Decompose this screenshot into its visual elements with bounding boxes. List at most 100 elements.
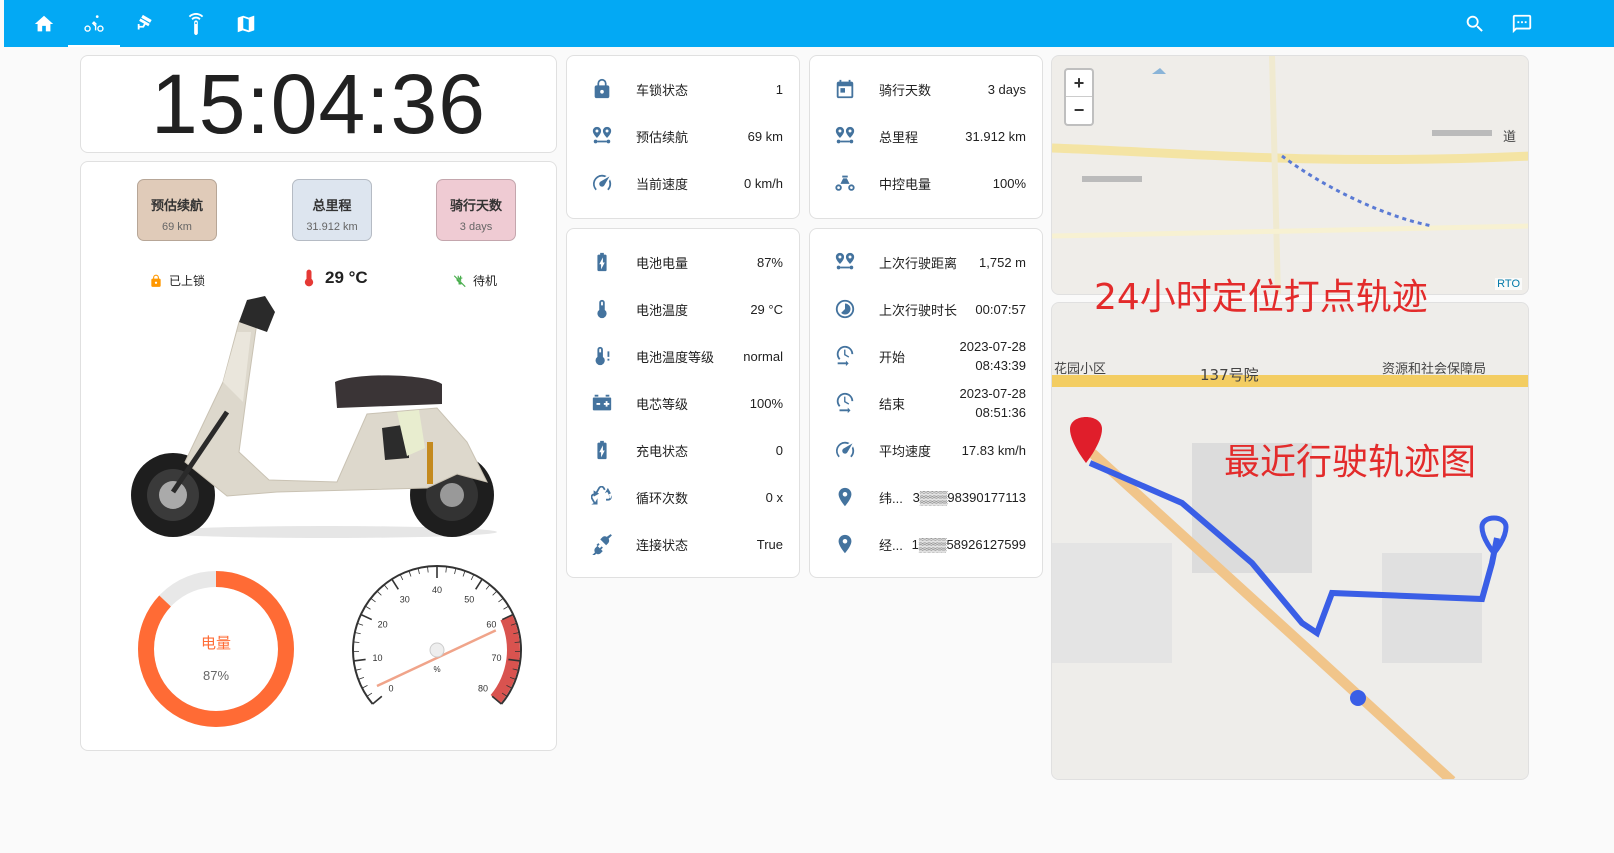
power-status[interactable]: 待机 (453, 272, 497, 289)
list3-row[interactable]: 电池电量 87% (567, 247, 799, 277)
dial-tick (462, 570, 466, 577)
list4-row[interactable]: 经... 1▒▒▒58926127599 (810, 529, 1042, 559)
list1-row[interactable]: 当前速度 0 km/h (567, 168, 799, 198)
dial-tick (376, 590, 382, 596)
list3-row[interactable]: 电池温度 29 °C (567, 294, 799, 324)
speed-dial-gauge[interactable]: 0 10 20 30 40 50 60 70 80% (347, 562, 527, 722)
zoom-in-button[interactable]: + (1066, 70, 1092, 97)
dial-tick (427, 566, 429, 573)
map-attribution[interactable]: RTO (1495, 278, 1522, 290)
zoom-out-button[interactable]: − (1066, 97, 1092, 124)
map-tiles (1052, 56, 1528, 294)
map-marker-icon (832, 484, 858, 510)
list4-row[interactable]: 上次行驶时长 00:07:57 (810, 294, 1042, 324)
list4-row[interactable]: 开始 2023-07-28 08:43:39 (810, 339, 1042, 373)
map-marker-distance-icon (589, 123, 615, 149)
chip-range-value: 69 km (162, 221, 192, 233)
dial-tick (372, 695, 383, 705)
entity-name: 车锁状态 (636, 82, 689, 98)
route-map-overlay-text: 最近行驶轨迹图 (1224, 442, 1477, 483)
entity-name: 充电状态 (636, 443, 689, 459)
cctv-icon[interactable] (120, 0, 172, 47)
list3-row[interactable]: 循环次数 0 x (567, 482, 799, 512)
entity-value: 1 (775, 81, 783, 97)
dial-tick-label: 30 (400, 594, 410, 604)
lock-status-text: 已上锁 (169, 274, 206, 288)
entity-value: 69 km (747, 128, 783, 144)
remote-icon[interactable] (170, 0, 222, 47)
entity-name: 电芯等级 (636, 396, 689, 412)
temperature-status[interactable]: 29 °C (299, 268, 368, 288)
list1-row[interactable]: 预估续航 69 km (567, 121, 799, 151)
lock-icon (151, 274, 161, 287)
home-icon[interactable] (18, 0, 70, 47)
last-trip-list: 上次行驶距离 1,752 m 上次行驶时长 00:07:57 开始 2023-07-28 0… (809, 228, 1043, 578)
clock-card: 15:04:36 (80, 55, 557, 153)
list4-row[interactable]: 上次行驶距离 1,752 m (810, 247, 1042, 277)
trip-route-map[interactable]: 137号院 资源和社会保障局 花园小区 最近行驶轨迹图 (1051, 302, 1529, 780)
list3-row[interactable]: 电池温度等级 normal (567, 341, 799, 371)
entity-name: 总里程 (879, 129, 919, 145)
map-icon[interactable] (220, 0, 272, 47)
entity-value: 0 x (765, 489, 783, 505)
list4-row[interactable]: 结束 2023-07-28 08:51:36 (810, 386, 1042, 420)
entity-value: 0 (775, 442, 783, 458)
thermometer-icon (589, 296, 615, 322)
entity-value: 17.83 km/h (961, 442, 1026, 458)
entity-value: 2023-07-28 08:43:39 (960, 337, 1027, 375)
dial-tick (492, 590, 498, 596)
dial-tick (485, 584, 491, 590)
entity-value: 3 days (987, 81, 1026, 97)
map-label-garden: 花园小区 (1054, 361, 1106, 377)
chip-days-label: 骑行天数 (449, 198, 502, 213)
route-map-tiles: 137号院 资源和社会保障局 花园小区 (1052, 303, 1528, 779)
entity-name: 当前速度 (636, 176, 689, 192)
map-marker-distance-icon (832, 249, 858, 275)
dial-unit: % (433, 665, 440, 674)
entity-value: 1,752 m (979, 254, 1026, 270)
power-plug-off-icon (453, 274, 466, 287)
battery-gauge[interactable]: 电量 87% (135, 568, 297, 730)
list4-row[interactable]: 纬... 3▒▒▒98390177113 (810, 482, 1042, 512)
list3-row[interactable]: 充电状态 0 (567, 435, 799, 465)
dial-tick-label: 80 (478, 684, 488, 694)
search-icon[interactable] (1449, 0, 1501, 47)
list2-row[interactable]: 中控电量 100% (810, 168, 1042, 198)
list3-row[interactable]: 电芯等级 100% (567, 388, 799, 418)
chip-odometer-label: 总里程 (312, 198, 352, 213)
message-icon[interactable] (1496, 0, 1548, 47)
entity-value: 3▒▒▒98390177113 (912, 489, 1026, 505)
chip-days[interactable]: 骑行天数 3 days (436, 179, 516, 241)
dial-tick (454, 568, 457, 575)
list1-row[interactable]: 车锁状态 1 (567, 74, 799, 104)
dial-tick (360, 613, 373, 621)
dial-tick (391, 578, 399, 590)
entity-value: 29 °C (750, 301, 783, 317)
entity-name: 结束 (879, 396, 906, 412)
bike-icon[interactable] (68, 0, 120, 47)
entity-name: 中控电量 (879, 176, 932, 192)
motorbike-battery-icon (832, 170, 858, 196)
recycle-icon (589, 484, 615, 510)
dial-tick (365, 605, 371, 610)
entity-value: True (756, 536, 783, 552)
dial-tick-label: 40 (432, 585, 442, 595)
entity-name: 电池温度 (636, 302, 689, 318)
list3-row[interactable]: 连接状态 True (567, 529, 799, 559)
list2-row[interactable]: 总里程 31.912 km (810, 121, 1042, 151)
timelapse-icon (832, 296, 858, 322)
list4-row[interactable]: 平均速度 17.83 km/h (810, 435, 1042, 465)
speedometer-icon (832, 437, 858, 463)
clock-end-icon (832, 390, 858, 416)
location-map[interactable]: + − 道 RTO (1051, 55, 1529, 295)
entity-value-time: 08:51:36 (975, 405, 1026, 420)
battery-gauge-value: 87% (203, 668, 229, 683)
dial-needle (376, 629, 497, 688)
dial-tick (355, 668, 362, 671)
map-label-137: 137号院 (1200, 366, 1259, 384)
entity-value: 1▒▒▒58926127599 (911, 536, 1026, 552)
list2-row[interactable]: 骑行天数 3 days (810, 74, 1042, 104)
chip-range[interactable]: 预估续航 69 km (137, 179, 217, 241)
lock-status[interactable]: 已上锁 (149, 272, 205, 289)
chip-odometer[interactable]: 总里程 31.912 km (292, 179, 372, 241)
